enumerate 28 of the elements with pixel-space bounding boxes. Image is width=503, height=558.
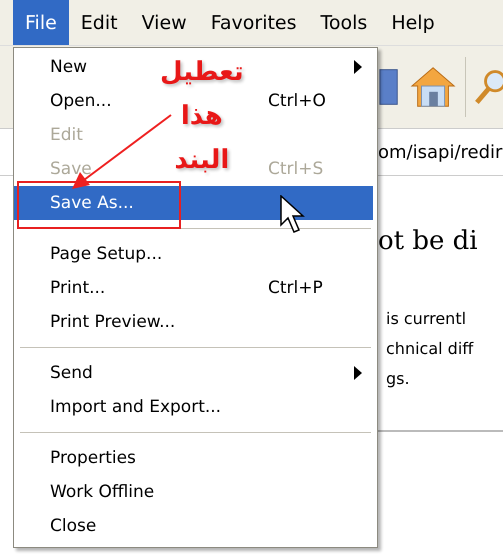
shortcut-label: Ctrl+O [268, 91, 326, 111]
annotation-text: هذا [180, 100, 223, 133]
menu-item[interactable]: Page Setup... [50, 244, 162, 264]
page-text: is currentl [385, 308, 468, 330]
menu-item[interactable]: New [50, 57, 88, 77]
menu-item[interactable]: Save As... [14, 186, 373, 220]
menu-item[interactable]: Print... [50, 278, 106, 298]
menu-item[interactable]: Close [50, 516, 96, 536]
menu-bar-item[interactable]: View [130, 0, 199, 45]
menu-bar-item[interactable]: Edit [68, 0, 130, 45]
shortcut-label: Ctrl+P [268, 278, 323, 298]
menu-bar-item[interactable]: Help [379, 0, 447, 45]
menu-item[interactable]: Open... [50, 91, 112, 111]
menu-item[interactable]: Work Offline [50, 482, 154, 502]
annotation-text: تعطيل [160, 56, 244, 89]
page-text: chnical diff [385, 338, 475, 360]
menu-bar-item[interactable]: Tools [308, 0, 380, 45]
menu-item[interactable]: Print Preview... [50, 312, 176, 332]
menu-item[interactable]: Import and Export... [50, 397, 222, 417]
menu-bar-item[interactable]: Favorites [198, 0, 309, 45]
page-heading: ot be di [378, 226, 479, 256]
page-text: gs. [385, 368, 411, 390]
annotation-text: البند [174, 144, 230, 177]
menu-item[interactable]: Send [50, 363, 93, 383]
shortcut-label: Ctrl+S [268, 159, 324, 179]
menu-bar-item[interactable]: File [13, 0, 69, 45]
menu-item[interactable]: Properties [50, 448, 136, 468]
cursor-icon [280, 195, 306, 235]
